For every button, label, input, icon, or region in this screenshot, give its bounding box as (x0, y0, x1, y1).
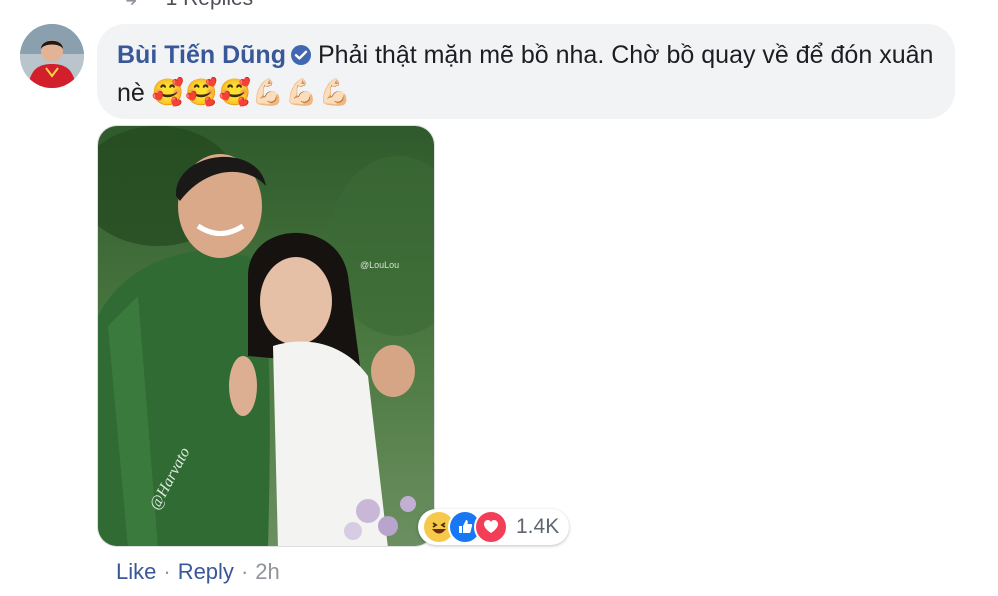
like-link[interactable]: Like (116, 559, 156, 584)
verified-badge-icon (290, 41, 312, 75)
avatar[interactable] (20, 24, 84, 88)
comment-thread: ↳ 1 Replies Bùi Tiến DũngPhải thật mặn mẽ… (0, 0, 998, 596)
reactions-summary[interactable]: 1.4K (418, 509, 570, 545)
photo-watermark-top: @LouLou (360, 260, 399, 270)
action-separator: · (163, 559, 171, 584)
comment-photo[interactable]: @LouLou @Harvato (97, 125, 435, 547)
previous-replies-label: 1 Replies (166, 0, 254, 10)
comment-emojis: 🥰🥰🥰💪🏻💪🏻💪🏻 (151, 77, 353, 107)
previous-replies-link[interactable]: ↳ 1 Replies (122, 0, 253, 11)
couple-photo-image: @LouLou @Harvato (98, 126, 434, 546)
comment-actions: Like · Reply · 2h (116, 559, 280, 585)
comment-author[interactable]: Bùi Tiến Dũng (117, 41, 286, 69)
love-icon (474, 510, 508, 544)
reaction-count: 1.4K (516, 515, 560, 538)
avatar-image (20, 24, 84, 88)
action-separator: · (240, 559, 249, 584)
reply-arrow-icon: ↳ (122, 0, 140, 11)
comment-bubble: Bùi Tiến Dũng Phải thật mặn mẽ bồ nha. Ch… (97, 24, 955, 119)
reply-link[interactable]: Reply (178, 559, 234, 584)
comment-timestamp[interactable]: 2h (255, 559, 279, 584)
